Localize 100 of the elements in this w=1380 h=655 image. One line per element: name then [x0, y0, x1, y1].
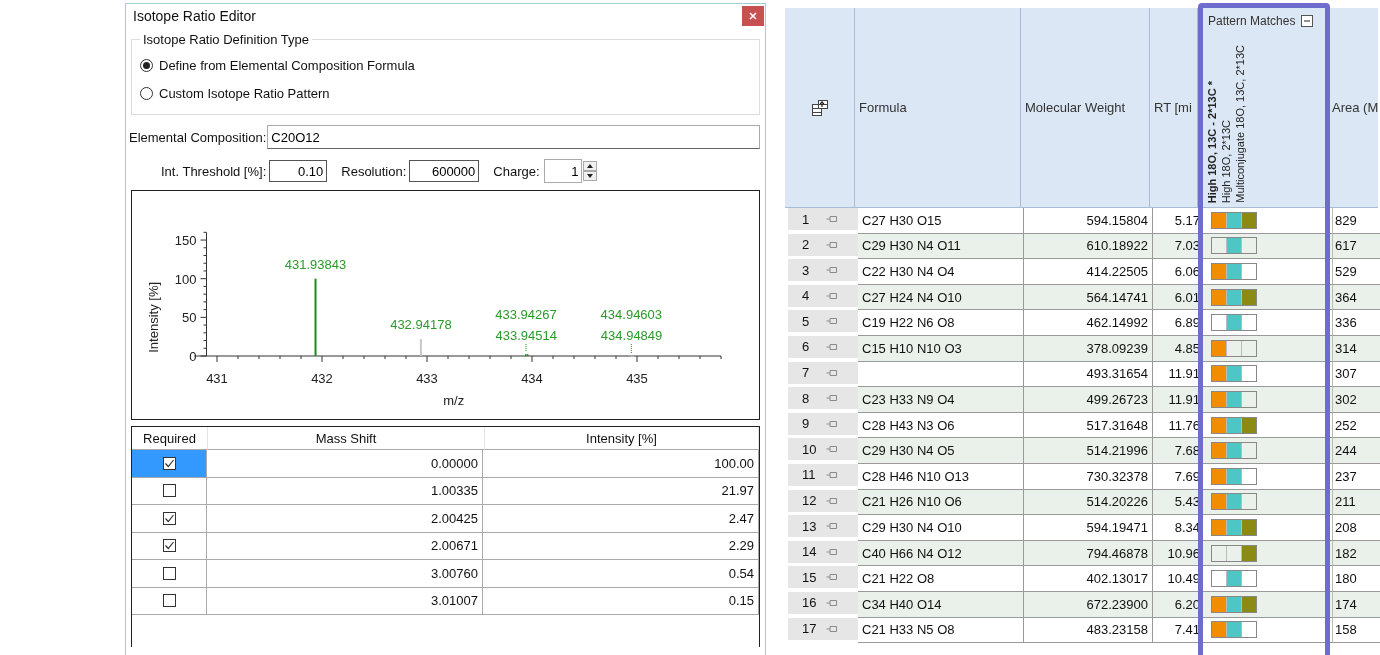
table-cell: 483.23158 — [1024, 617, 1153, 644]
table-cell: C23 H33 N9 O4 — [858, 387, 1024, 413]
table-cell: 2.47 — [483, 505, 759, 533]
x-tick-label: 432 — [311, 371, 333, 386]
table-cell: 364 — [1333, 284, 1380, 311]
row-number: 10 — [802, 441, 817, 457]
table-cell: C40 H66 N4 O12 — [858, 540, 1024, 567]
peak-label: 433.94514 — [495, 328, 557, 343]
row-number: 13 — [802, 518, 817, 534]
table-cell: 594.15804 — [1024, 208, 1153, 234]
row-number: 9 — [802, 416, 810, 432]
table-cell: 499.26723 — [1024, 387, 1153, 413]
table-cell: 610.18922 — [1024, 233, 1153, 260]
table-cell: 402.13017 — [1024, 566, 1153, 592]
table-cell: 2.00425 — [207, 505, 483, 533]
table-cell: C21 H22 O8 — [858, 566, 1024, 592]
column-header[interactable]: Intensity [%] — [485, 427, 759, 450]
table-cell: 514.21996 — [1024, 438, 1153, 464]
table-cell: 617 — [1333, 233, 1380, 260]
window-title: Isotope Ratio Editor — [132, 8, 256, 24]
field-label: Elemental Composition: — [129, 129, 267, 145]
table-cell: C27 H30 O15 — [858, 208, 1024, 234]
x-tick-label: 434 — [521, 371, 543, 386]
x-tick-label: 433 — [416, 371, 438, 386]
peak-label: 433.94267 — [495, 307, 557, 322]
table-cell: 11.91 — [1153, 387, 1201, 413]
table-cell: 1.00335 — [207, 477, 483, 505]
composition-field[interactable]: C20O12 — [267, 125, 760, 149]
field-label: Charge: — [493, 163, 540, 179]
y-tick-label: 100 — [174, 271, 197, 287]
x-tick-label: 435 — [626, 371, 648, 386]
table-cell: C28 H43 N3 O6 — [858, 412, 1024, 439]
table-cell: C15 H10 N10 O3 — [858, 335, 1024, 362]
table-cell: 0.54 — [483, 560, 759, 588]
table-cell: C22 H30 N4 O4 — [858, 259, 1024, 285]
table-cell: 0.15 — [483, 587, 759, 615]
radio-label[interactable]: Custom Isotope Ratio Pattern — [159, 85, 330, 101]
table-cell: C21 H33 N5 O8 — [858, 617, 1024, 644]
row-number: 8 — [802, 390, 810, 406]
table-cell: 462.14992 — [1024, 310, 1153, 336]
pattern-header[interactable]: High 18O, 2*13C — [1220, 119, 1233, 203]
table-cell: 314 — [1333, 335, 1380, 362]
row-number: 1 — [802, 211, 810, 227]
table-cell: 174 — [1333, 591, 1380, 618]
peak-label: 432.94178 — [390, 317, 452, 332]
row-number: 11 — [802, 467, 816, 483]
y-axis-title: Intensity [%] — [146, 281, 161, 353]
pattern-header[interactable]: Multiconjugate 18O, 13C, 2*13C — [1234, 45, 1247, 203]
row-number: 14 — [802, 544, 817, 560]
threshold-field[interactable]: 0.10 — [269, 160, 328, 182]
row-number: 7 — [802, 365, 810, 381]
field-label: Int. Threshold [%]: — [161, 163, 267, 179]
column-header[interactable]: Molecular Weight — [1021, 8, 1150, 207]
row-number: 3 — [802, 262, 810, 278]
table-cell: 21.97 — [483, 477, 759, 505]
row-number: 12 — [802, 493, 817, 509]
row-number: 16 — [802, 595, 817, 611]
y-tick-label: 150 — [174, 233, 197, 249]
table-cell: C29 H30 N4 O10 — [858, 515, 1024, 541]
table-cell: 672.23900 — [1024, 591, 1153, 618]
row-number: 4 — [802, 288, 810, 304]
column-header[interactable]: RT [mi — [1150, 8, 1198, 207]
table-cell: C29 H30 N4 O11 — [858, 233, 1024, 260]
table-cell: 414.22505 — [1024, 259, 1153, 285]
row-number: 2 — [802, 237, 810, 253]
peak-label: 434.94849 — [600, 328, 663, 343]
group-title: Isotope Ratio Definition Type — [142, 32, 310, 47]
table-cell: 378.09239 — [1024, 335, 1153, 362]
table-cell: 244 — [1333, 438, 1380, 464]
table-cell: 493.31654 — [1024, 361, 1153, 388]
table-cell: 3.01007 — [207, 587, 483, 615]
charge-field[interactable]: 1 — [543, 159, 582, 183]
column-group-title: Pattern Matches — [1208, 14, 1296, 28]
column-header[interactable]: Formula — [855, 8, 1021, 207]
radio-label[interactable]: Define from Elemental Composition Formula — [159, 57, 415, 73]
y-tick-label: 50 — [182, 310, 197, 326]
table-cell: C27 H24 N4 O10 — [858, 284, 1024, 311]
row-number: 15 — [802, 569, 817, 585]
table-cell: 302 — [1333, 387, 1380, 413]
field-label: Resolution: — [341, 163, 407, 179]
table-cell: C21 H26 N10 O6 — [858, 489, 1024, 516]
table-cell: 517.31648 — [1024, 412, 1153, 439]
table-cell: 594.19471 — [1024, 515, 1153, 541]
table-cell: C34 H40 O14 — [858, 591, 1024, 618]
table-cell: 794.46878 — [1024, 540, 1153, 567]
x-tick-label: 431 — [206, 371, 228, 386]
table-cell: 2.29 — [483, 532, 759, 560]
resolution-field[interactable]: 600000 — [409, 160, 480, 182]
row-number: 17 — [802, 621, 817, 636]
column-header[interactable]: Mass Shift — [208, 427, 485, 450]
table-cell: 100.00 — [483, 450, 759, 478]
table-cell: 730.32378 — [1024, 463, 1153, 490]
column-header[interactable]: Area (M — [1330, 8, 1378, 207]
table-cell: 2.00671 — [207, 532, 483, 560]
table-cell: 211 — [1333, 489, 1380, 516]
table-cell: 0.00000 — [207, 450, 483, 478]
pattern-header[interactable]: High 18O, 13C - 2*13C * — [1206, 80, 1219, 203]
table-cell: 3.00760 — [207, 560, 483, 588]
x-axis-title: m/z — [443, 393, 465, 408]
table-cell: C29 H30 N4 O5 — [858, 438, 1024, 464]
